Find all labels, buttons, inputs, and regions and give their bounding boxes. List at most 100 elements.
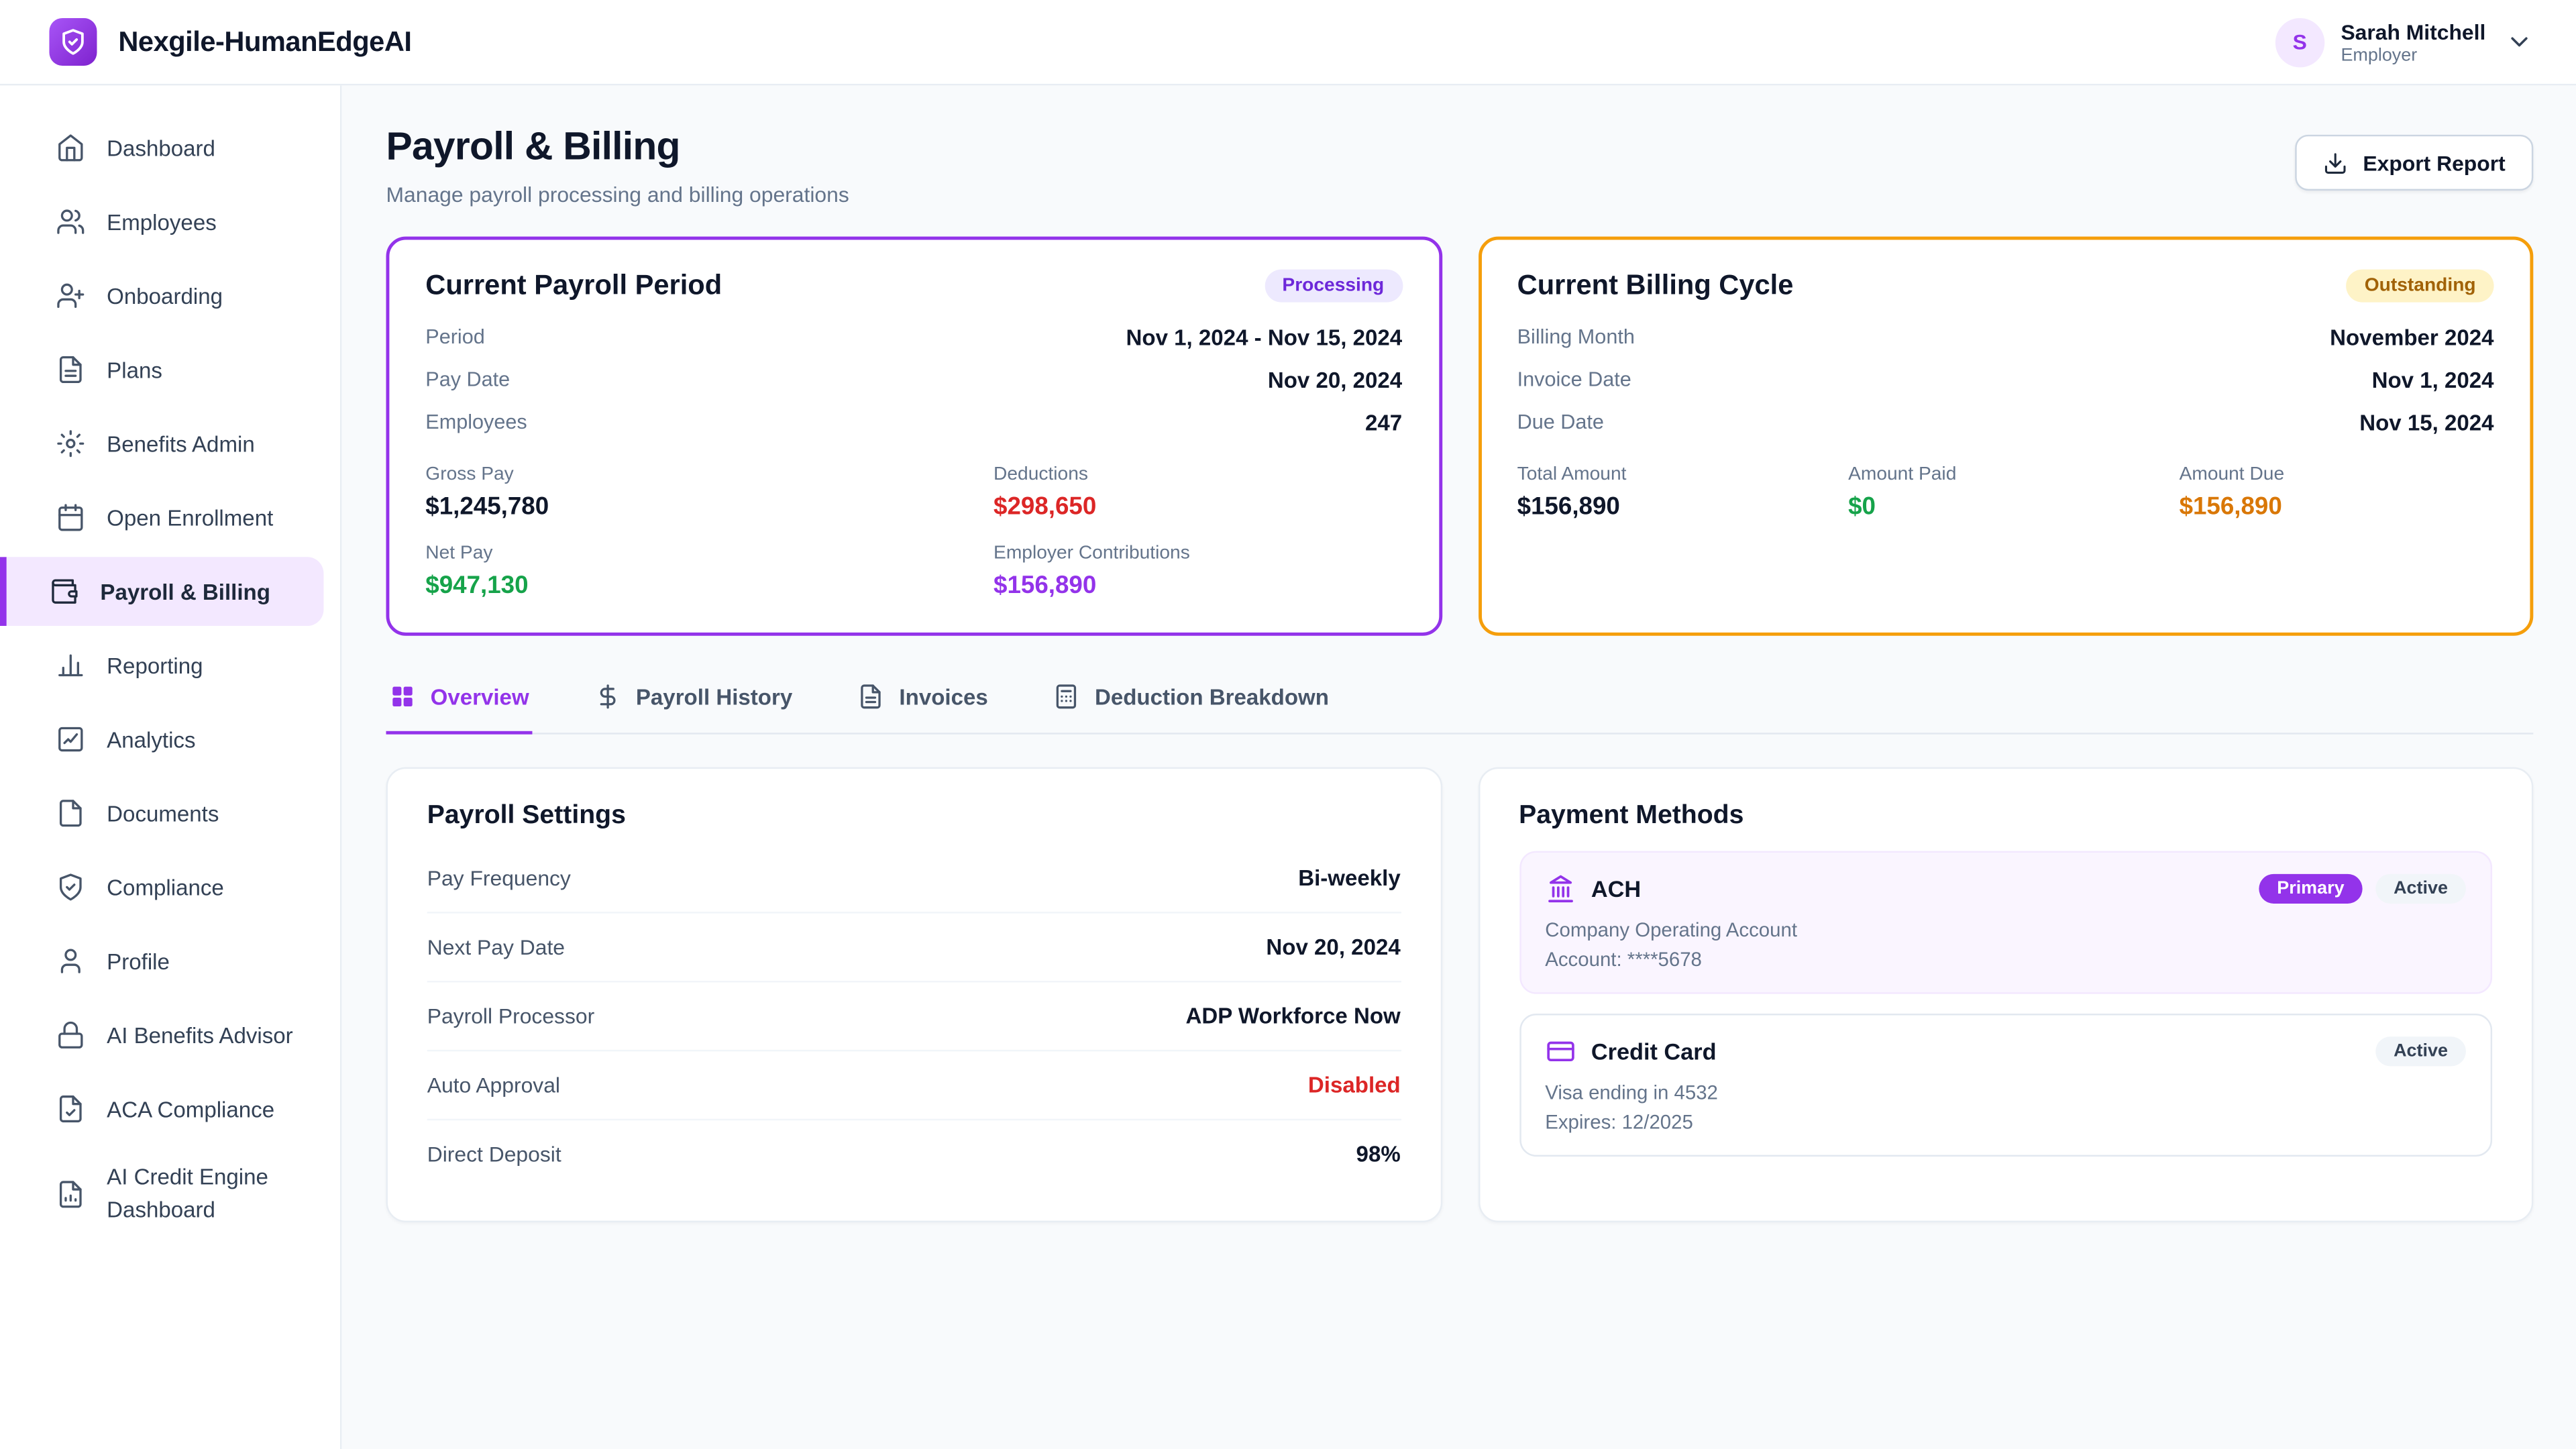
stat-amount-due: Amount Due $156,890 <box>2180 465 2494 521</box>
stat-value: $947,130 <box>425 572 977 600</box>
tab-label: Invoices <box>899 684 987 709</box>
detail-label: Due Date <box>1517 411 1604 433</box>
tab-payroll-history[interactable]: Payroll History <box>592 676 796 735</box>
stat-amount-paid: Amount Paid $0 <box>1848 465 2163 521</box>
sidebar-item-plans[interactable]: Plans <box>0 335 323 405</box>
stat-value: $156,890 <box>994 572 1402 600</box>
grid-icon <box>389 684 415 710</box>
setting-row-auto-approval: Auto Approval Disabled <box>427 1051 1401 1120</box>
setting-label: Direct Deposit <box>427 1142 561 1167</box>
app-title: Nexgile-HumanEdgeAI <box>118 25 411 58</box>
active-badge: Active <box>2375 1036 2466 1066</box>
sidebar-item-aca-compliance[interactable]: ACA Compliance <box>0 1075 323 1144</box>
sidebar-item-label: Reporting <box>107 653 203 678</box>
tab-overview[interactable]: Overview <box>386 676 533 735</box>
sidebar-item-open-enrollment[interactable]: Open Enrollment <box>0 483 323 552</box>
sidebar-item-label: Analytics <box>107 727 195 752</box>
sidebar: Dashboard Employees Onboarding Plans Ben… <box>0 85 341 1449</box>
detail-row-pay-date: Pay Date Nov 20, 2024 <box>425 358 1402 401</box>
stat-value: $1,245,780 <box>425 493 977 521</box>
top-bar: Nexgile-HumanEdgeAI S Sarah Mitchell Emp… <box>0 0 2576 85</box>
sidebar-item-benefits-admin[interactable]: Benefits Admin <box>0 409 323 478</box>
setting-value: ADP Workforce Now <box>1185 1004 1400 1028</box>
payroll-settings-panel: Payroll Settings Pay Frequency Bi-weekly… <box>386 767 1442 1222</box>
setting-label: Auto Approval <box>427 1073 560 1097</box>
detail-label: Employees <box>425 411 527 433</box>
tab-invoices[interactable]: Invoices <box>855 676 991 735</box>
user-menu[interactable]: S Sarah Mitchell Employer <box>2275 17 2533 66</box>
sidebar-item-profile[interactable]: Profile <box>0 926 323 996</box>
export-report-label: Export Report <box>2363 150 2505 175</box>
stat-label: Total Amount <box>1517 465 1832 484</box>
current-billing-cycle-card: Current Billing Cycle Outstanding Billin… <box>1478 237 2533 636</box>
stat-label: Deductions <box>994 465 1402 484</box>
setting-value: Bi-weekly <box>1298 866 1401 891</box>
detail-label: Billing Month <box>1517 325 1635 348</box>
payroll-settings-title: Payroll Settings <box>427 802 1401 831</box>
detail-value: Nov 20, 2024 <box>1268 367 1402 392</box>
sidebar-item-label: Dashboard <box>107 136 215 160</box>
payment-method-ach[interactable]: ACH Primary Active Company Operating Acc… <box>1519 851 2492 994</box>
tab-bar: Overview Payroll History Invoices Deduct… <box>386 676 2534 735</box>
sidebar-item-label: Benefits Admin <box>107 431 255 456</box>
sidebar-item-analytics[interactable]: Analytics <box>0 705 323 774</box>
status-badge-outstanding: Outstanding <box>2347 270 2494 303</box>
sidebar-item-label: Open Enrollment <box>107 505 273 530</box>
detail-value: Nov 1, 2024 - Nov 15, 2024 <box>1126 325 1403 350</box>
payment-method-credit-card[interactable]: Credit Card Active Visa ending in 4532 E… <box>1519 1014 2492 1157</box>
detail-row-due-date: Due Date Nov 15, 2024 <box>1517 401 2494 444</box>
setting-row-pay-frequency: Pay Frequency Bi-weekly <box>427 845 1401 914</box>
export-report-button[interactable]: Export Report <box>2296 135 2533 191</box>
sidebar-item-label: Compliance <box>107 875 224 900</box>
sidebar-item-payroll-billing[interactable]: Payroll & Billing <box>0 557 323 626</box>
user-role: Employer <box>2341 45 2485 64</box>
current-payroll-period-card: Current Payroll Period Processing Period… <box>386 237 1442 636</box>
file-check-icon <box>56 1094 85 1124</box>
file-icon <box>56 798 85 828</box>
active-badge: Active <box>2375 874 2466 904</box>
setting-row-next-pay-date: Next Pay Date Nov 20, 2024 <box>427 914 1401 983</box>
stat-label: Amount Paid <box>1848 465 2163 484</box>
payment-method-detail: Expires: 12/2025 <box>1545 1111 2466 1134</box>
stat-employer-contributions: Employer Contributions $156,890 <box>994 544 1402 600</box>
detail-value: November 2024 <box>2330 325 2493 350</box>
detail-label: Period <box>425 325 485 348</box>
file-text-icon <box>858 684 884 710</box>
setting-value: Nov 20, 2024 <box>1266 934 1400 959</box>
dollar-icon <box>595 684 621 710</box>
tab-label: Deduction Breakdown <box>1095 684 1329 709</box>
stat-value: $298,650 <box>994 493 1402 521</box>
bar-chart-icon <box>56 651 85 680</box>
calculator-icon <box>1054 684 1080 710</box>
stat-label: Gross Pay <box>425 465 977 484</box>
sidebar-item-onboarding[interactable]: Onboarding <box>0 261 323 330</box>
sidebar-item-label: Employees <box>107 209 217 234</box>
sidebar-item-documents[interactable]: Documents <box>0 779 323 848</box>
tab-label: Payroll History <box>636 684 792 709</box>
stat-total-amount: Total Amount $156,890 <box>1517 465 1832 521</box>
sidebar-item-label: Profile <box>107 949 170 973</box>
sidebar-item-label: AI Benefits Advisor <box>107 1022 293 1047</box>
app-root: Nexgile-HumanEdgeAI S Sarah Mitchell Emp… <box>0 0 2576 1449</box>
line-chart-icon <box>56 724 85 754</box>
detail-row-employees: Employees 247 <box>425 401 1402 444</box>
sidebar-item-label: Payroll & Billing <box>100 579 270 604</box>
main-content: Payroll & Billing Manage payroll process… <box>341 85 2576 1449</box>
detail-value: Nov 15, 2024 <box>2359 410 2493 435</box>
detail-value: 247 <box>1365 410 1402 435</box>
setting-label: Next Pay Date <box>427 934 565 959</box>
tab-deduction-breakdown[interactable]: Deduction Breakdown <box>1051 676 1332 735</box>
sidebar-item-label: ACA Compliance <box>107 1097 274 1122</box>
stat-value: $156,890 <box>2180 493 2494 521</box>
sidebar-item-compliance[interactable]: Compliance <box>0 853 323 922</box>
detail-row-invoice-date: Invoice Date Nov 1, 2024 <box>1517 358 2494 401</box>
sidebar-item-dashboard[interactable]: Dashboard <box>0 113 323 182</box>
sidebar-item-employees[interactable]: Employees <box>0 187 323 256</box>
sidebar-item-ai-benefits-advisor[interactable]: AI Benefits Advisor <box>0 1000 323 1069</box>
detail-row-period: Period Nov 1, 2024 - Nov 15, 2024 <box>425 315 1402 358</box>
brand: Nexgile-HumanEdgeAI <box>49 18 411 66</box>
sidebar-item-reporting[interactable]: Reporting <box>0 631 323 700</box>
payroll-period-title: Current Payroll Period <box>425 270 722 303</box>
stat-deductions: Deductions $298,650 <box>994 465 1402 521</box>
sidebar-item-ai-credit-engine-dashboard[interactable]: AI Credit Engine Dashboard <box>0 1148 323 1239</box>
